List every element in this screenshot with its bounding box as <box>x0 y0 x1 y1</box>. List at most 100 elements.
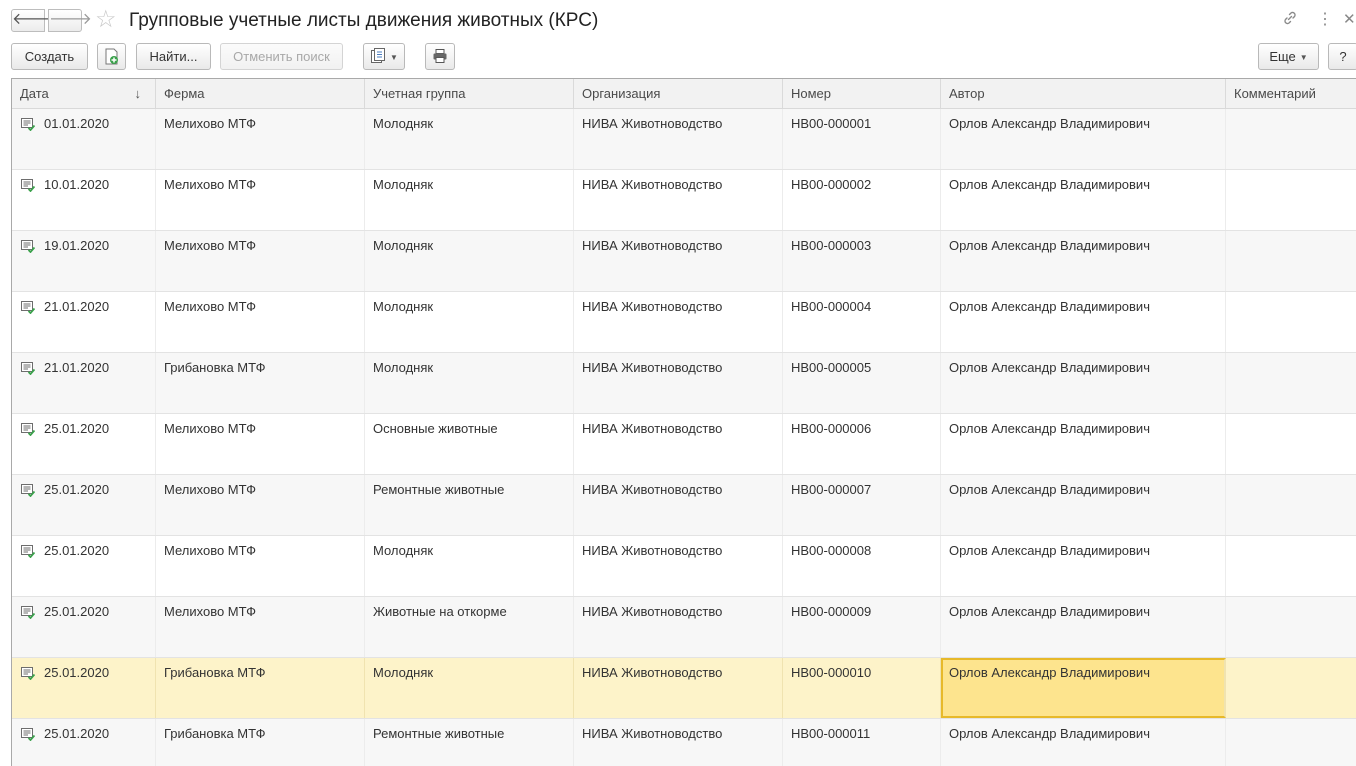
cell-date[interactable]: 21.01.2020 <box>12 353 156 413</box>
cell-date[interactable]: 19.01.2020 <box>12 231 156 291</box>
cell-group[interactable]: Молодняк <box>365 109 574 169</box>
table-row[interactable]: 25.01.2020 Мелихово МТФ Молодняк НИВА Живот… <box>12 536 1356 597</box>
cell-group[interactable]: Животные на откорме <box>365 597 574 657</box>
table-row[interactable]: 25.01.2020 Мелихово МТФ Основные животные Н… <box>12 414 1356 475</box>
cell-org[interactable]: НИВА Животноводство <box>574 658 783 718</box>
close-icon[interactable]: ✕ <box>1343 10 1356 30</box>
column-header-farm[interactable]: Ферма <box>156 79 365 108</box>
cell-date[interactable]: 25.01.2020 <box>12 475 156 535</box>
cell-number[interactable]: НВ00-000007 <box>783 475 941 535</box>
cell-number[interactable]: НВ00-000009 <box>783 597 941 657</box>
cell-author[interactable]: Орлов Александр Владимирович <box>941 597 1226 657</box>
cell-farm[interactable]: Мелихово МТФ <box>156 170 365 230</box>
cell-author[interactable]: Орлов Александр Владимирович <box>941 536 1226 596</box>
cancel-search-button[interactable]: Отменить поиск <box>220 43 343 70</box>
link-icon[interactable] <box>1282 10 1298 32</box>
cell-author[interactable]: Орлов Александр Владимирович <box>941 292 1226 352</box>
cell-farm[interactable]: Мелихово МТФ <box>156 292 365 352</box>
cell-number[interactable]: НВ00-000001 <box>783 109 941 169</box>
column-header-number[interactable]: Номер <box>783 79 941 108</box>
table-row[interactable]: 01.01.2020 Мелихово МТФ Молодняк НИВА Живот… <box>12 109 1356 170</box>
cell-number[interactable]: НВ00-000004 <box>783 292 941 352</box>
cell-comment[interactable] <box>1226 536 1356 596</box>
cell-comment[interactable] <box>1226 475 1356 535</box>
cell-group[interactable]: Молодняк <box>365 231 574 291</box>
column-header-org[interactable]: Организация <box>574 79 783 108</box>
cell-org[interactable]: НИВА Животноводство <box>574 353 783 413</box>
cell-farm[interactable]: Мелихово МТФ <box>156 414 365 474</box>
cell-group[interactable]: Молодняк <box>365 658 574 718</box>
cell-farm[interactable]: Мелихово МТФ <box>156 231 365 291</box>
cell-author[interactable]: Орлов Александр Владимирович <box>941 658 1226 718</box>
cell-group[interactable]: Молодняк <box>365 536 574 596</box>
cell-comment[interactable] <box>1226 353 1356 413</box>
column-header-date[interactable]: Дата ↓ <box>12 79 156 108</box>
cell-comment[interactable] <box>1226 231 1356 291</box>
cell-author[interactable]: Орлов Александр Владимирович <box>941 475 1226 535</box>
cell-author[interactable]: Орлов Александр Владимирович <box>941 231 1226 291</box>
cell-comment[interactable] <box>1226 109 1356 169</box>
cell-author[interactable]: Орлов Александр Владимирович <box>941 719 1226 766</box>
table-row[interactable]: 25.01.2020 Грибановка МТФ Молодняк НИВА Жив… <box>12 658 1356 719</box>
cell-number[interactable]: НВ00-000008 <box>783 536 941 596</box>
table-row[interactable]: 19.01.2020 Мелихово МТФ Молодняк НИВА Живот… <box>12 231 1356 292</box>
cell-group[interactable]: Основные животные <box>365 414 574 474</box>
cell-farm[interactable]: Мелихово МТФ <box>156 109 365 169</box>
cell-org[interactable]: НИВА Животноводство <box>574 475 783 535</box>
cell-group[interactable]: Ремонтные животные <box>365 719 574 766</box>
back-button[interactable]: 🡐 <box>11 9 55 32</box>
cell-comment[interactable] <box>1226 658 1356 718</box>
cell-org[interactable]: НИВА Животноводство <box>574 231 783 291</box>
forward-button[interactable]: 🡒 <box>48 9 92 32</box>
cell-number[interactable]: НВ00-000006 <box>783 414 941 474</box>
cell-comment[interactable] <box>1226 597 1356 657</box>
cell-farm[interactable]: Грибановка МТФ <box>156 658 365 718</box>
cell-number[interactable]: НВ00-000005 <box>783 353 941 413</box>
cell-group[interactable]: Молодняк <box>365 292 574 352</box>
create-by-copy-button[interactable] <box>97 43 126 70</box>
cell-org[interactable]: НИВА Животноводство <box>574 719 783 766</box>
reports-dropdown-button[interactable]: ▼ <box>363 43 405 70</box>
table-row[interactable]: 10.01.2020 Мелихово МТФ Молодняк НИВА Живот… <box>12 170 1356 231</box>
cell-date[interactable]: 10.01.2020 <box>12 170 156 230</box>
table-row[interactable]: 21.01.2020 Грибановка МТФ Молодняк НИВА Жив… <box>12 353 1356 414</box>
cell-author[interactable]: Орлов Александр Владимирович <box>941 414 1226 474</box>
cell-comment[interactable] <box>1226 170 1356 230</box>
cell-number[interactable]: НВ00-000011 <box>783 719 941 766</box>
cell-org[interactable]: НИВА Животноводство <box>574 292 783 352</box>
cell-group[interactable]: Ремонтные животные <box>365 475 574 535</box>
cell-farm[interactable]: Мелихово МТФ <box>156 475 365 535</box>
cell-date[interactable]: 25.01.2020 <box>12 597 156 657</box>
column-header-group[interactable]: Учетная группа <box>365 79 574 108</box>
cell-farm[interactable]: Грибановка МТФ <box>156 353 365 413</box>
column-header-author[interactable]: Автор <box>941 79 1226 108</box>
cell-date[interactable]: 01.01.2020 <box>12 109 156 169</box>
print-button[interactable] <box>425 43 455 70</box>
cell-farm[interactable]: Грибановка МТФ <box>156 719 365 766</box>
cell-author[interactable]: Орлов Александр Владимирович <box>941 353 1226 413</box>
cell-date[interactable]: 25.01.2020 <box>12 536 156 596</box>
cell-author[interactable]: Орлов Александр Владимирович <box>941 170 1226 230</box>
cell-date[interactable]: 25.01.2020 <box>12 719 156 766</box>
create-button[interactable]: Создать <box>11 43 88 70</box>
cell-group[interactable]: Молодняк <box>365 353 574 413</box>
cell-farm[interactable]: Мелихово МТФ <box>156 536 365 596</box>
cell-date[interactable]: 25.01.2020 <box>12 414 156 474</box>
cell-number[interactable]: НВ00-000010 <box>783 658 941 718</box>
cell-org[interactable]: НИВА Животноводство <box>574 597 783 657</box>
cell-author[interactable]: Орлов Александр Владимирович <box>941 109 1226 169</box>
cell-comment[interactable] <box>1226 414 1356 474</box>
cell-org[interactable]: НИВА Животноводство <box>574 170 783 230</box>
table-row[interactable]: 25.01.2020 Грибановка МТФ Ремонтные животн… <box>12 719 1356 766</box>
column-header-comment[interactable]: Комментарий <box>1226 79 1356 108</box>
table-row[interactable]: 25.01.2020 Мелихово МТФ Животные на откорм… <box>12 597 1356 658</box>
cell-group[interactable]: Молодняк <box>365 170 574 230</box>
star-icon[interactable]: ☆ <box>95 6 117 34</box>
table-row[interactable]: 25.01.2020 Мелихово МТФ Ремонтные животные… <box>12 475 1356 536</box>
more-vertical-icon[interactable]: ⋮ <box>1317 10 1333 30</box>
cell-org[interactable]: НИВА Животноводство <box>574 109 783 169</box>
cell-number[interactable]: НВ00-000002 <box>783 170 941 230</box>
cell-farm[interactable]: Мелихово МТФ <box>156 597 365 657</box>
cell-comment[interactable] <box>1226 292 1356 352</box>
find-button[interactable]: Найти... <box>136 43 211 70</box>
